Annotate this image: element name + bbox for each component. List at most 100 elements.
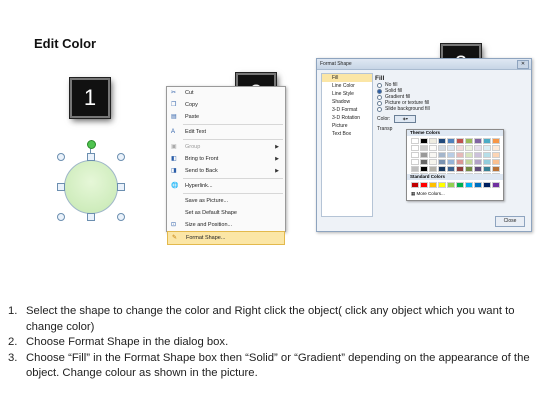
circle-shape[interactable] (64, 160, 118, 214)
theme-color-swatch[interactable] (465, 159, 473, 165)
theme-color-swatch[interactable] (438, 138, 446, 144)
theme-color-swatch[interactable] (420, 138, 428, 144)
standard-color-swatch[interactable] (474, 182, 482, 188)
standard-color-swatch[interactable] (456, 182, 464, 188)
option-slide-background-fill[interactable]: Slide background fill (377, 106, 525, 112)
theme-color-swatch[interactable] (438, 159, 446, 165)
theme-color-swatch[interactable] (465, 166, 473, 172)
menu-item-set-default-shape[interactable]: Set as Default Shape (167, 207, 285, 219)
radio-button[interactable] (377, 94, 382, 100)
category-3d-rotation[interactable]: 3-D Rotation (322, 114, 372, 122)
theme-color-swatch[interactable] (483, 152, 491, 158)
theme-color-swatch[interactable] (474, 159, 482, 165)
resize-handle-bottom-right[interactable] (117, 213, 125, 221)
radio-button[interactable] (377, 100, 382, 106)
theme-color-swatch[interactable] (411, 152, 419, 158)
theme-color-swatch[interactable] (492, 145, 500, 151)
theme-color-swatch[interactable] (420, 159, 428, 165)
theme-color-swatch[interactable] (483, 138, 491, 144)
more-colors-link[interactable]: ▦ More Colors... (411, 191, 445, 197)
category-fill[interactable]: Fill (322, 74, 372, 82)
standard-color-swatch[interactable] (483, 182, 491, 188)
resize-handle-top-left[interactable] (57, 153, 65, 161)
theme-color-swatch[interactable] (429, 138, 437, 144)
menu-item-size-position[interactable]: ⊡ Size and Position... (167, 219, 285, 231)
close-icon[interactable]: ✕ (517, 60, 529, 69)
theme-color-swatch[interactable] (438, 166, 446, 172)
theme-color-swatch[interactable] (474, 145, 482, 151)
rotation-handle[interactable] (87, 140, 96, 149)
theme-color-swatch[interactable] (411, 145, 419, 151)
resize-handle-bottom[interactable] (87, 213, 95, 221)
theme-color-swatch[interactable] (438, 152, 446, 158)
menu-item-paste[interactable]: ▤ Paste (167, 111, 285, 123)
category-3d-format[interactable]: 3-D Format (322, 106, 372, 114)
standard-color-swatch[interactable] (420, 182, 428, 188)
category-line-color[interactable]: Line Color (322, 82, 372, 90)
theme-color-swatch[interactable] (456, 166, 464, 172)
theme-color-swatch[interactable] (483, 145, 491, 151)
theme-color-swatch[interactable] (492, 138, 500, 144)
theme-color-swatch[interactable] (420, 152, 428, 158)
theme-color-swatch[interactable] (411, 166, 419, 172)
resize-handle-top[interactable] (87, 153, 95, 161)
menu-item-edit-text[interactable]: A Edit Text (167, 126, 285, 138)
resize-handle-left[interactable] (57, 183, 65, 191)
menu-item-cut[interactable]: ✂ Cut (167, 87, 285, 99)
theme-color-swatch[interactable] (429, 159, 437, 165)
theme-color-swatch[interactable] (483, 159, 491, 165)
menu-item-save-as-picture[interactable]: Save as Picture... (167, 195, 285, 207)
standard-color-swatch[interactable] (492, 182, 500, 188)
category-shadow[interactable]: Shadow (322, 98, 372, 106)
radio-button[interactable] (377, 82, 382, 88)
category-picture[interactable]: Picture (322, 122, 372, 130)
theme-color-swatch[interactable] (456, 159, 464, 165)
standard-color-swatch[interactable] (438, 182, 446, 188)
theme-color-swatch[interactable] (447, 145, 455, 151)
theme-color-swatch[interactable] (456, 145, 464, 151)
theme-color-swatch[interactable] (456, 152, 464, 158)
menu-item-format-shape[interactable]: ✎ Format Shape... (167, 231, 285, 245)
standard-color-swatch[interactable] (465, 182, 473, 188)
category-line-style[interactable]: Line Style (322, 90, 372, 98)
theme-color-swatch[interactable] (492, 152, 500, 158)
theme-color-swatch[interactable] (465, 138, 473, 144)
theme-color-swatch[interactable] (483, 166, 491, 172)
theme-color-swatch[interactable] (420, 166, 428, 172)
theme-color-swatch[interactable] (456, 138, 464, 144)
theme-color-swatch[interactable] (492, 159, 500, 165)
menu-item-send-to-back[interactable]: ◨ Send to Back ▶ (167, 165, 285, 177)
theme-color-swatch[interactable] (447, 159, 455, 165)
radio-button-selected[interactable] (377, 88, 382, 94)
theme-color-swatch[interactable] (438, 145, 446, 151)
theme-color-swatch[interactable] (474, 138, 482, 144)
standard-color-swatch[interactable] (429, 182, 437, 188)
theme-color-swatch[interactable] (429, 152, 437, 158)
theme-color-swatch[interactable] (429, 166, 437, 172)
selected-circle-shape[interactable] (57, 140, 125, 221)
resize-handle-bottom-left[interactable] (57, 213, 65, 221)
category-text-box[interactable]: Text Box (322, 130, 372, 138)
standard-color-swatch[interactable] (447, 182, 455, 188)
theme-color-swatch[interactable] (447, 138, 455, 144)
resize-handle-top-right[interactable] (117, 153, 125, 161)
theme-color-swatch[interactable] (420, 145, 428, 151)
theme-color-swatch[interactable] (465, 152, 473, 158)
radio-button[interactable] (377, 106, 382, 112)
resize-handle-right[interactable] (117, 183, 125, 191)
menu-item-group[interactable]: ▣ Group ▶ (167, 141, 285, 153)
color-dropdown-button[interactable]: ◈▾ (394, 115, 417, 123)
menu-item-hyperlink[interactable]: 🌐 Hyperlink... (167, 180, 285, 192)
theme-color-swatch[interactable] (465, 145, 473, 151)
theme-color-swatch[interactable] (474, 152, 482, 158)
standard-color-swatch[interactable] (411, 182, 419, 188)
theme-color-swatch[interactable] (492, 166, 500, 172)
menu-item-bring-to-front[interactable]: ◧ Bring to Front ▶ (167, 153, 285, 165)
close-button[interactable]: Close (495, 216, 525, 227)
theme-color-swatch[interactable] (447, 152, 455, 158)
menu-item-copy[interactable]: ❐ Copy (167, 99, 285, 111)
theme-color-swatch[interactable] (474, 166, 482, 172)
theme-color-swatch[interactable] (411, 159, 419, 165)
theme-color-swatch[interactable] (429, 145, 437, 151)
theme-color-swatch[interactable] (411, 138, 419, 144)
